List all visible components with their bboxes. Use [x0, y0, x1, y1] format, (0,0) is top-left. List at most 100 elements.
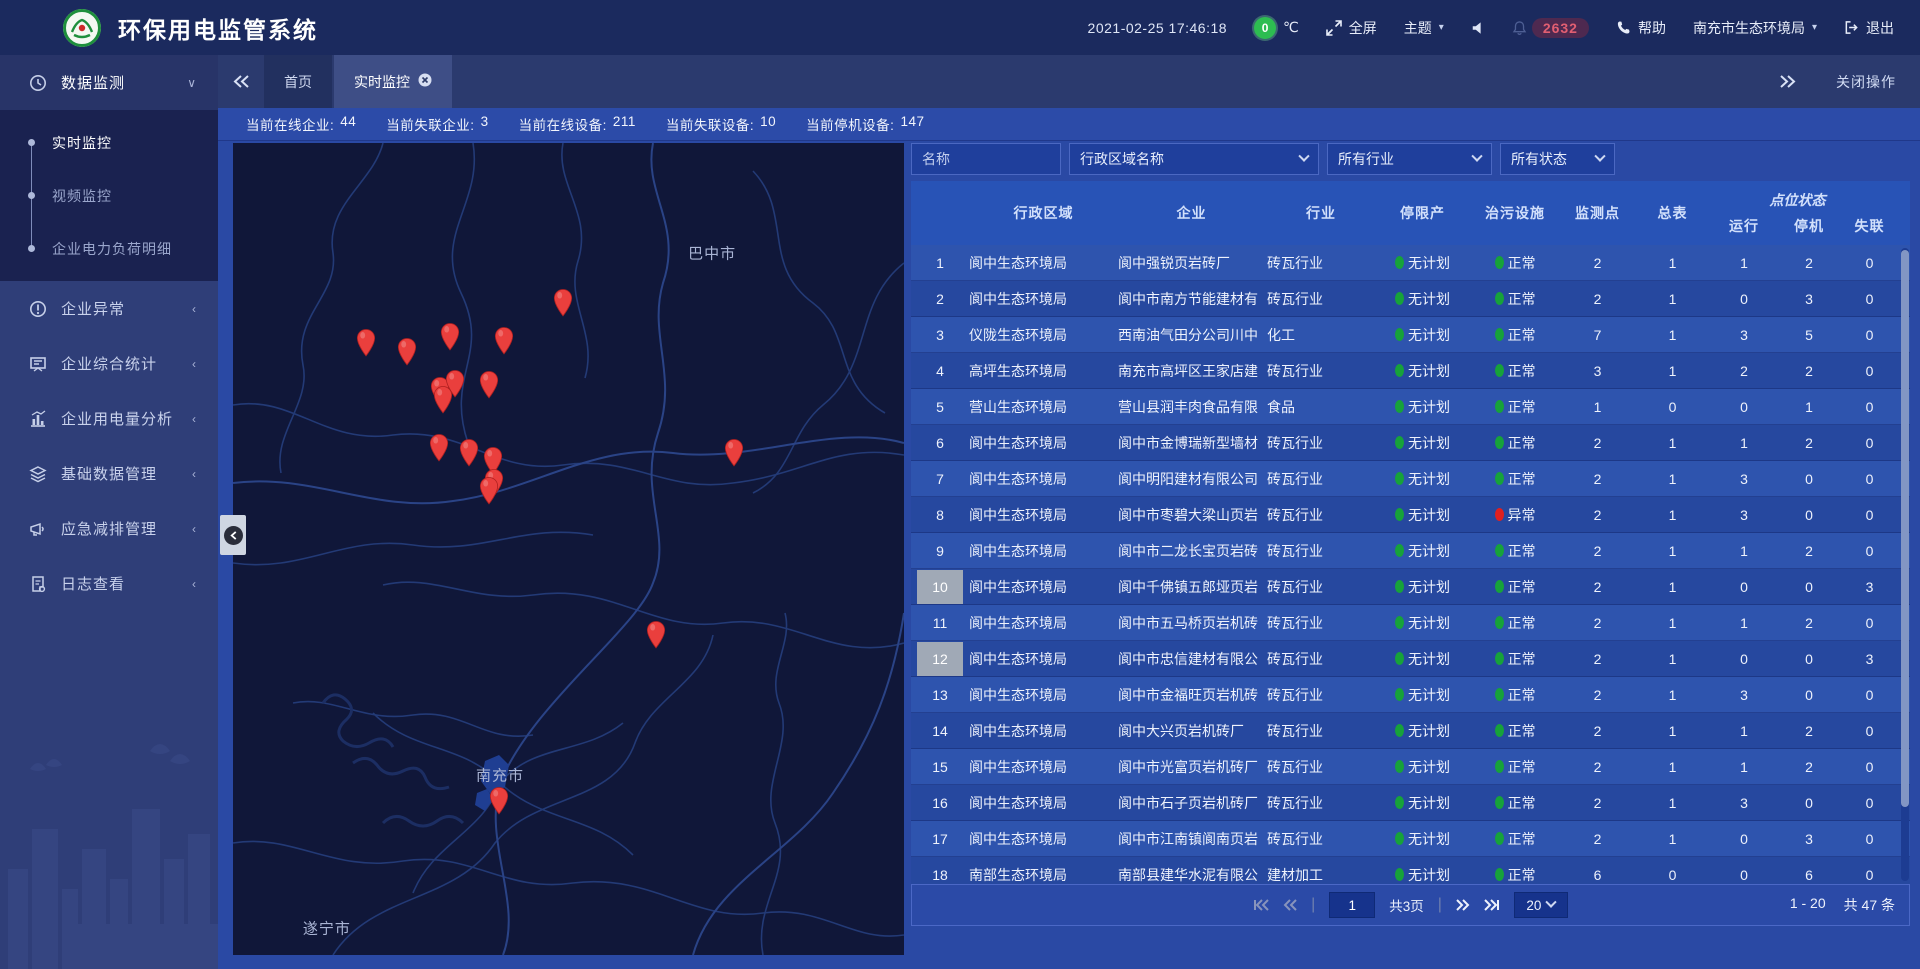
chevron-down-icon [1594, 151, 1605, 162]
map-pin-icon[interactable] [433, 385, 453, 413]
table-row[interactable]: 6阆中生态环境局阆中市金博瑞新型墙材砖瓦行业无计划正常21120 [911, 425, 1910, 461]
status-dot-green [1495, 760, 1504, 773]
name-filter-input[interactable] [922, 151, 1050, 167]
map-pin-icon[interactable] [479, 371, 499, 399]
table-row[interactable]: 13阆中生态环境局阆中市金福旺页岩机砖砖瓦行业无计划正常21300 [911, 677, 1910, 713]
last-page-button[interactable] [1484, 899, 1500, 911]
row-lost-count: 0 [1840, 543, 1899, 559]
table-row[interactable]: 10阆中生态环境局阆中千佛镇五郎垭页岩砖瓦行业无计划正常21003 [911, 569, 1910, 605]
table-row[interactable]: 17阆中生态环境局阆中市江南镇阆南页岩砖瓦行业无计划正常21030 [911, 821, 1910, 857]
table-row[interactable]: 18南部生态环境局南部县建华水泥有限公建材加工无计划正常60060 [911, 857, 1910, 884]
sound-button[interactable] [1471, 21, 1485, 35]
status-dot-green [1495, 400, 1504, 413]
stop-status-label: 无计划 [1408, 253, 1450, 273]
sidebar-item[interactable]: 应急减排管理‹ [0, 501, 218, 556]
sidebar-item[interactable]: 企业用电量分析‹ [0, 391, 218, 446]
map-pin-icon[interactable] [489, 787, 509, 815]
row-number-cell: 18 [911, 858, 969, 885]
map-pin-icon[interactable] [397, 338, 417, 366]
row-number-cell: 14 [911, 714, 969, 748]
map-pin-icon[interactable] [459, 439, 479, 467]
map-pin-icon[interactable] [356, 329, 376, 357]
header-actions: 2021-02-25 17:46:18 0 ℃ 全屏 主题 ▾ [1088, 17, 1920, 39]
map-collapse-button[interactable] [220, 515, 246, 555]
row-number: 1 [920, 246, 960, 280]
scrollbar-thumb[interactable] [1901, 250, 1909, 807]
industry-filter-select[interactable]: 所有行业 [1327, 143, 1492, 175]
table-row[interactable]: 16阆中生态环境局阆中市石子页岩机砖厂砖瓦行业无计划正常21300 [911, 785, 1910, 821]
table-row[interactable]: 4高坪生态环境局南充市高坪区王家店建砖瓦行业无计划正常31220 [911, 353, 1910, 389]
status-dot-green [1395, 868, 1404, 881]
region-filter-select[interactable]: 行政区域名称 [1069, 143, 1319, 175]
row-company: 南部县建华水泥有限公 [1118, 865, 1265, 885]
row-company: 阆中市南方节能建材有 [1118, 289, 1265, 309]
row-meter-count: 1 [1635, 543, 1710, 559]
row-region: 阆中生态环境局 [969, 577, 1118, 597]
status-dot-green [1495, 472, 1504, 485]
table-row[interactable]: 3仪陇生态环境局西南油气田分公司川中化工无计划正常71350 [911, 317, 1910, 353]
double-chevron-left-icon [233, 75, 250, 88]
table-row[interactable]: 15阆中生态环境局阆中市光富页岩机砖厂砖瓦行业无计划正常21120 [911, 749, 1910, 785]
table-row[interactable]: 7阆中生态环境局阆中明阳建材有限公司砖瓦行业无计划正常21300 [911, 461, 1910, 497]
status-dot-green [1395, 760, 1404, 773]
close-operations-button[interactable]: 关闭操作 [1836, 72, 1896, 92]
first-page-button[interactable] [1253, 899, 1269, 911]
table-row[interactable]: 11阆中生态环境局阆中市五马桥页岩机砖砖瓦行业无计划正常21120 [911, 605, 1910, 641]
fullscreen-button[interactable]: 全屏 [1326, 18, 1377, 38]
tabs-scroll-left-button[interactable] [218, 55, 264, 108]
name-filter[interactable] [911, 143, 1061, 175]
status-dot-green [1395, 364, 1404, 377]
stop-status-label: 无计划 [1408, 829, 1450, 849]
table-row[interactable]: 5营山生态环境局营山县润丰肉食品有限食品无计划正常10010 [911, 389, 1910, 425]
tab-active[interactable]: 实时监控 [334, 55, 452, 108]
row-lost-count: 0 [1840, 723, 1899, 739]
table-scrollbar[interactable] [1901, 248, 1909, 881]
map-pin-icon[interactable] [440, 323, 460, 351]
status-filter-select[interactable]: 所有状态 [1500, 143, 1615, 175]
sidebar-item[interactable]: 基础数据管理‹ [0, 446, 218, 501]
row-number: 2 [920, 282, 960, 316]
map-pin-icon[interactable] [494, 327, 514, 355]
map-pin-icon[interactable] [429, 433, 449, 461]
sidebar-item[interactable]: 企业综合统计‹ [0, 336, 218, 391]
sidebar-item[interactable]: 企业异常‹ [0, 281, 218, 336]
row-number-cell: 16 [911, 786, 969, 820]
total-pages-label: 共3页 [1389, 895, 1424, 915]
notification-area[interactable]: 2632 [1512, 18, 1589, 38]
tabs-scroll-right-button[interactable] [1764, 75, 1810, 88]
sidebar-item[interactable]: 日志查看‹ [0, 556, 218, 611]
logout-button[interactable]: 退出 [1844, 18, 1894, 38]
row-industry: 砖瓦行业 [1265, 721, 1375, 741]
sidebar-item[interactable]: 数据监测∨ [0, 55, 218, 110]
organization-dropdown[interactable]: 南充市生态环境局 ▾ [1693, 18, 1817, 38]
sidebar-subitem[interactable]: 视频监控 [0, 169, 218, 222]
row-facility-status: 正常 [1470, 757, 1560, 777]
page-size-select[interactable]: 20 [1514, 892, 1568, 918]
table-row[interactable]: 1阆中生态环境局阆中强锐页岩砖厂砖瓦行业无计划正常21120 [911, 245, 1910, 281]
map-panel[interactable]: 巴中市南充市遂宁市 [233, 143, 904, 955]
stop-status-label: 无计划 [1408, 649, 1450, 669]
table-row[interactable]: 14阆中生态环境局阆中大兴页岩机砖厂砖瓦行业无计划正常21120 [911, 713, 1910, 749]
help-button[interactable]: 帮助 [1616, 18, 1666, 38]
map-pin-icon[interactable] [553, 289, 573, 317]
sidebar-subitem[interactable]: 实时监控 [0, 116, 218, 169]
map-pin-icon[interactable] [479, 476, 499, 504]
row-stop-status: 无计划 [1375, 397, 1470, 417]
table-row[interactable]: 2阆中生态环境局阆中市南方节能建材有砖瓦行业无计划正常21030 [911, 281, 1910, 317]
previous-page-button[interactable] [1283, 899, 1297, 911]
map-pin-icon[interactable] [646, 621, 666, 649]
next-page-button[interactable] [1456, 899, 1470, 911]
sidebar-subitem[interactable]: 企业电力负荷明细 [0, 222, 218, 275]
tab-item[interactable]: 首页 [264, 55, 332, 108]
tab-close-icon[interactable] [418, 73, 432, 90]
theme-dropdown[interactable]: 主题 ▾ [1404, 18, 1444, 38]
table-row[interactable]: 9阆中生态环境局阆中市二龙长宝页岩砖砖瓦行业无计划正常21120 [911, 533, 1910, 569]
row-facility-status: 正常 [1470, 325, 1560, 345]
page-number-input[interactable] [1329, 892, 1375, 918]
row-industry: 砖瓦行业 [1265, 253, 1375, 273]
table-row[interactable]: 8阆中生态环境局阆中市枣碧大梁山页岩砖瓦行业无计划异常21300 [911, 497, 1910, 533]
row-stop-status: 无计划 [1375, 253, 1470, 273]
table-row[interactable]: 12阆中生态环境局阆中市忠信建材有限公砖瓦行业无计划正常21003 [911, 641, 1910, 677]
page-size-value: 20 [1526, 898, 1541, 913]
map-pin-icon[interactable] [724, 439, 744, 467]
